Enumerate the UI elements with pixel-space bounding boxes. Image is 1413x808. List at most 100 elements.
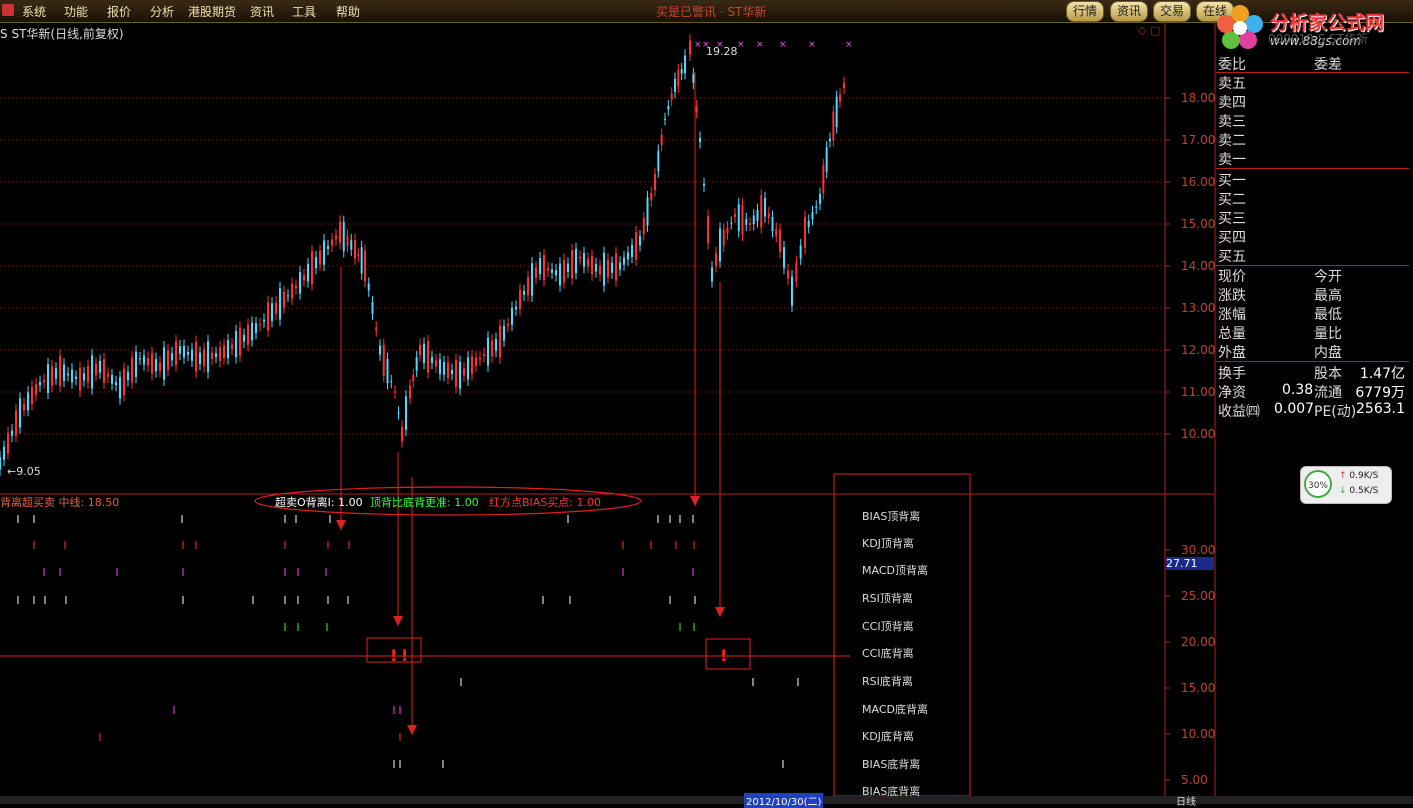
- price-tick-label: 12.00: [1181, 343, 1216, 357]
- candle-body: [55, 368, 57, 379]
- candle-body: [703, 183, 705, 186]
- candle-body: [657, 150, 660, 172]
- candle-body: [551, 269, 553, 273]
- menu-hk-futures[interactable]: 港股期货: [188, 3, 236, 20]
- candle-body: [639, 236, 641, 246]
- info-button[interactable]: 资讯: [1110, 1, 1149, 22]
- candle-body: [654, 173, 656, 191]
- sell-1-label: 卖一: [1218, 152, 1246, 168]
- candle-body: [463, 368, 465, 376]
- wei-cha-label: 委差: [1314, 57, 1342, 73]
- candle-body: [699, 137, 701, 143]
- candle-body: [239, 327, 241, 356]
- candle-body: [459, 361, 461, 389]
- trade-button[interactable]: 交易: [1153, 1, 1192, 22]
- candle-body: [660, 134, 663, 146]
- quote-button[interactable]: 行情: [1066, 1, 1105, 22]
- candle-body: [394, 391, 396, 393]
- candle-body: [123, 368, 125, 396]
- candle-body: [227, 340, 229, 359]
- buy-1-label: 买一: [1218, 173, 1246, 189]
- candle-body: [179, 346, 181, 354]
- candle-body: [405, 396, 407, 430]
- low-price-label: ←9.05: [7, 465, 41, 478]
- candle-body: [829, 138, 831, 142]
- candle-body: [159, 362, 161, 372]
- label-kdj-top: KDJ顶背离: [862, 537, 914, 550]
- candle-body: [511, 307, 513, 325]
- stat-label: 涨跌: [1218, 288, 1246, 304]
- candle-body: [327, 246, 329, 249]
- time-axis-bar[interactable]: 2012/10/30(二) 日线: [0, 793, 1413, 808]
- candle-body: [15, 410, 17, 436]
- candle-body: [599, 265, 601, 275]
- quote-panel: 委比 委差 卖五 卖四 卖三 卖二 卖一 买一 买二 买三 买四 买五 现价 今开…: [1216, 54, 1413, 424]
- app-logo-icon[interactable]: [2, 4, 14, 16]
- candle-body: [719, 228, 721, 262]
- candle-body: [623, 257, 625, 265]
- sell-2-label: 卖二: [1218, 133, 1246, 149]
- candle-body: [291, 283, 293, 299]
- candle-body: [307, 264, 309, 282]
- candle-body: [799, 245, 802, 259]
- divider: [1216, 168, 1409, 169]
- menu-function[interactable]: 功能: [64, 3, 88, 20]
- menu-info[interactable]: 资讯: [250, 3, 274, 20]
- candle-body: [375, 327, 378, 331]
- price-tick-label: 15.00: [1181, 217, 1216, 231]
- candle-body: [804, 216, 806, 248]
- price-chart[interactable]: × × × × × × × ×!!!: [0, 22, 1216, 796]
- candle-body: [764, 197, 766, 217]
- candle-body: [243, 334, 245, 342]
- candle-body: [487, 337, 489, 366]
- candle-body: [664, 118, 666, 120]
- candle-body: [752, 215, 755, 225]
- candle-body: [419, 344, 421, 356]
- label-bias-top: BIAS顶背离: [862, 510, 921, 523]
- candle-body: [35, 384, 37, 395]
- indicator-tick-label: 5.00: [1181, 773, 1208, 787]
- menu-help[interactable]: 帮助: [336, 3, 360, 20]
- candle-body: [835, 96, 838, 128]
- candle-body: [339, 221, 341, 244]
- indicator-tick-label: 30.00: [1181, 543, 1216, 557]
- candle-body: [567, 263, 569, 272]
- candle-body: [11, 430, 13, 436]
- candle-body: [539, 258, 541, 274]
- candle-body: [115, 382, 117, 386]
- candle-body: [147, 357, 149, 366]
- candle-body: [635, 232, 637, 260]
- candle-body: [259, 324, 261, 326]
- candle-body: [499, 325, 501, 358]
- indicator-tick-label: 15.00: [1181, 681, 1216, 695]
- candle-body: [151, 353, 153, 374]
- high-price-label: 19.28: [706, 45, 738, 58]
- candle-body: [825, 147, 828, 172]
- eps-value: 0.007: [1274, 401, 1315, 417]
- stat-label-right: 最低: [1314, 307, 1342, 323]
- network-speed-widget[interactable]: 30% ↑ 0.9K/S ↓ 0.5K/S: [1300, 466, 1392, 504]
- arrow-2-head: [393, 616, 403, 626]
- candle-body: [680, 68, 683, 74]
- candle-body: [119, 377, 121, 399]
- upload-speed: ↑ 0.9K/S: [1339, 471, 1378, 481]
- candle-body: [367, 283, 370, 291]
- candle-body: [139, 358, 141, 360]
- candle-body: [167, 350, 169, 370]
- menu-tools[interactable]: 工具: [292, 3, 316, 20]
- candle-body: [67, 373, 69, 376]
- candle-body: [346, 235, 349, 246]
- label-rsi-bottom: RSI底背离: [862, 675, 913, 688]
- stat-label-right: 最高: [1314, 288, 1342, 304]
- candle-body: [51, 366, 53, 386]
- menu-analysis[interactable]: 分析: [150, 3, 174, 20]
- candle-body: [0, 457, 1, 470]
- candle-body: [251, 322, 253, 341]
- candle-body: [71, 369, 73, 383]
- menu-system[interactable]: 系统: [22, 3, 46, 20]
- candle-body: [79, 367, 81, 391]
- candle-body: [495, 338, 497, 351]
- menu-quote[interactable]: 报价: [107, 3, 131, 20]
- candle-body: [231, 344, 233, 349]
- candle-body: [203, 348, 205, 367]
